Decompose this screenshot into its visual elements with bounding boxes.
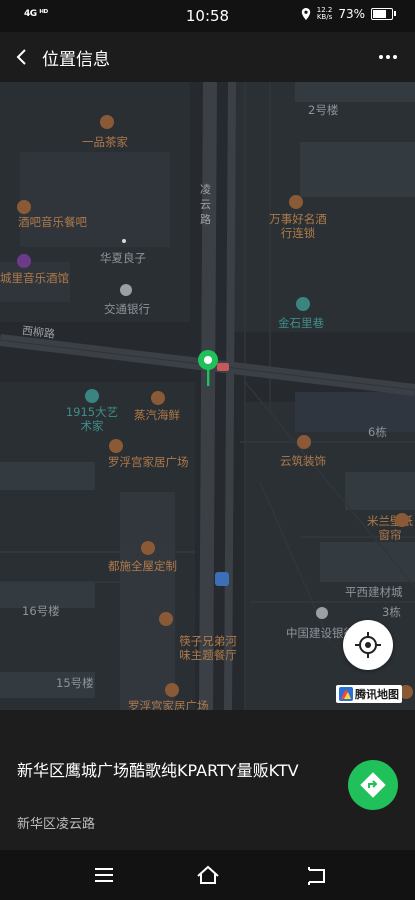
locate-me-button[interactable] [343,620,393,670]
battery-percent: 73% [338,7,365,21]
system-navigation-bar [0,850,415,900]
tencent-map-logo-icon [339,687,353,701]
battery-icon [371,8,396,20]
place-address: 新华区凌云路 [17,817,96,832]
network-speed: 12.2 KB/s [316,6,333,21]
home-icon[interactable] [196,864,220,886]
status-bar: 4G ᴴᴰ 10:58 12.2 KB/s 73% [0,0,415,32]
more-options-icon[interactable] [375,44,401,70]
back-arrow-icon[interactable] [12,46,34,68]
poi-marker-icons [17,115,413,699]
map-brand-label: 腾讯地图 [355,688,399,701]
map-brand-logo: 腾讯地图 [336,685,402,703]
menu-icon[interactable] [92,864,116,886]
place-name: 新华区鹰城广场酷歌纯KPARTY量贩KTV [17,761,299,780]
back-icon[interactable] [304,864,328,886]
app-header: 位置信息 [0,32,415,82]
location-info-panel: 新华区鹰城广场酷歌纯KPARTY量贩KTV 新华区凌云路 [0,710,415,850]
map-view[interactable]: 凌云路 西柳路 2号楼 一品茶家 酒吧音乐餐吧 华夏良子 城里音乐酒馆 交通银行… [0,82,415,710]
navigate-button[interactable] [348,760,398,810]
location-pin-icon [198,350,218,386]
crosshair-icon [355,632,381,658]
location-icon [301,8,310,20]
navigation-arrow-icon [360,772,386,798]
page-title: 位置信息 [42,50,110,70]
